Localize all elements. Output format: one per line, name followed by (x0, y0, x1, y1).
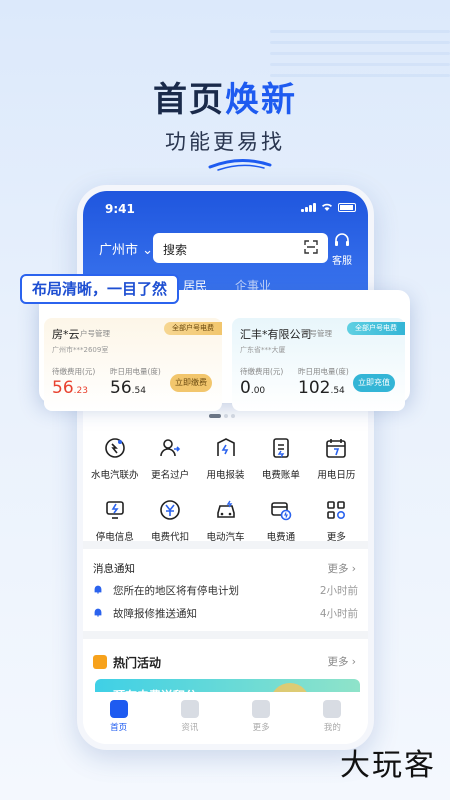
service-calendar[interactable]: 用电日历 (309, 437, 364, 481)
customer-service-button[interactable]: 客服 (328, 233, 356, 267)
yesterday-usage: 102.54 (298, 378, 345, 398)
household-manage-link[interactable]: 户号管理 (80, 328, 110, 339)
page-headline: 首页焕新 (153, 80, 297, 120)
bill-icon (273, 438, 289, 458)
transfer-icon (160, 439, 181, 457)
battery-icon (338, 203, 356, 212)
callout-bubble: 布局清晰，一目了然 (20, 274, 180, 304)
phone-mockup: 9:41 广州市 ⌄ 搜索 客服 居民 企事业 水电汽联办 更名过户 用电报装 … (77, 185, 374, 750)
account-card[interactable]: 房*云 户号管理 全部户号电费 广州市***2609室 待缴费用(元) 昨日用电… (44, 318, 222, 411)
search-placeholder: 搜索 (163, 243, 188, 257)
bell-icon (94, 585, 102, 594)
activities-more-link[interactable]: 更多 › (327, 654, 356, 669)
headset-icon (335, 233, 349, 246)
customer-service-label: 客服 (332, 256, 352, 267)
status-bar: 9:41 (83, 199, 368, 219)
all-accounts-tag[interactable]: 全部户号电费 (347, 322, 405, 335)
home-icon (109, 700, 128, 718)
scan-icon[interactable] (304, 240, 318, 254)
auto-debit-icon (160, 500, 180, 520)
page-subline: 功能更易找 (165, 130, 285, 154)
fee-card-icon (271, 502, 292, 521)
search-input[interactable]: 搜索 (153, 233, 328, 263)
status-time: 9:41 (105, 202, 135, 216)
yesterday-usage: 56.54 (110, 378, 146, 398)
nav-more[interactable]: 更多 (236, 700, 286, 744)
account-address: 广东省***大厦 (240, 346, 286, 354)
nav-profile[interactable]: 我的 (307, 700, 357, 744)
news-icon (180, 700, 199, 718)
service-auto-debit[interactable]: 电费代扣 (142, 499, 197, 543)
signal-icon (301, 203, 316, 212)
nav-news[interactable]: 资讯 (165, 700, 215, 744)
service-install[interactable]: 用电报装 (198, 437, 253, 481)
section-divider (83, 631, 368, 639)
wifi-icon (322, 203, 332, 211)
more-grid-icon (327, 501, 346, 520)
ev-icon (216, 500, 235, 518)
activities-title: 热门活动 (93, 654, 161, 671)
bell-icon (94, 608, 102, 617)
notices-more-link[interactable]: 更多 › (327, 561, 356, 576)
due-label: 待缴费用(元) (240, 367, 284, 376)
due-amount: 56.23 (52, 378, 88, 398)
yesterday-label: 昨日用电量(度) (298, 367, 349, 376)
watermark-logo: 大玩客 (340, 748, 436, 783)
notices-title: 消息通知 (93, 563, 135, 575)
chevron-down-icon: ⌄ (142, 243, 154, 258)
install-icon (216, 438, 235, 456)
due-amount: 0.00 (240, 378, 266, 398)
profile-icon (323, 700, 342, 718)
carousel-dots (209, 414, 235, 418)
account-name: 汇丰*有限公司 (240, 328, 312, 341)
household-manage-link[interactable]: 户号管理 (302, 328, 332, 339)
swoosh-decoration (208, 159, 272, 171)
yesterday-label: 昨日用电量(度) (110, 367, 161, 376)
service-transfer[interactable]: 更名过户 (142, 437, 197, 481)
all-accounts-tag[interactable]: 全部户号电费 (164, 322, 222, 335)
account-name: 房*云 (52, 328, 80, 341)
service-fee-card[interactable]: 电费通 (253, 499, 308, 543)
service-outage[interactable]: 停电信息 (87, 499, 142, 543)
city-selector[interactable]: 广州市 ⌄ (99, 239, 153, 258)
more-icon (252, 700, 271, 718)
bottom-navigation: 首页 资讯 更多 我的 (83, 692, 368, 744)
water-electric-gas-icon (104, 438, 125, 458)
service-water-electric-gas[interactable]: 水电汽联办 (87, 437, 142, 481)
service-ev[interactable]: 电动汽车 (198, 499, 253, 543)
bill-card-overlay: 房*云 户号管理 全部户号电费 广州市***2609室 待缴费用(元) 昨日用电… (39, 290, 410, 418)
service-more[interactable]: 更多 (309, 499, 364, 543)
nav-home[interactable]: 首页 (94, 700, 144, 744)
due-label: 待缴费用(元) (52, 367, 96, 376)
recharge-now-button[interactable]: 立即充值 (353, 374, 395, 392)
service-bill[interactable]: 电费账单 (253, 437, 308, 481)
pay-now-button[interactable]: 立即缴费 (170, 374, 212, 392)
section-divider (83, 541, 368, 549)
notice-item[interactable]: 您所在的地区将有停电计划 2小时前 (93, 583, 358, 599)
account-card[interactable]: 汇丰*有限公司 户号管理 全部户号电费 广东省***大厦 待缴费用(元) 昨日用… (232, 318, 405, 411)
notice-item[interactable]: 故障报修推送通知 4小时前 (93, 606, 358, 622)
account-address: 广州市***2609室 (52, 346, 109, 354)
outage-icon (105, 501, 124, 519)
fire-icon (93, 655, 107, 669)
calendar-icon (326, 439, 347, 458)
